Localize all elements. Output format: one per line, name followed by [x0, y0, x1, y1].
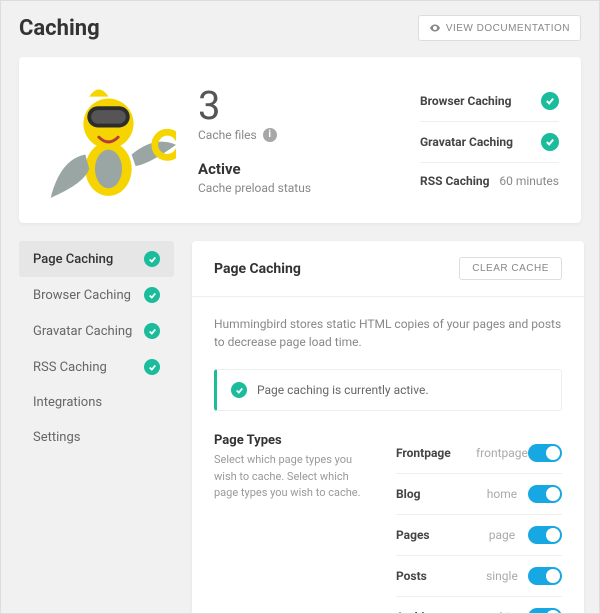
sidebar-item-label: Integrations: [33, 395, 102, 410]
sidebar-item-settings[interactable]: Settings: [19, 420, 174, 455]
type-row-archives: Archivesarchive: [396, 597, 562, 614]
preload-status-sub: Cache preload status: [198, 181, 398, 195]
info-icon[interactable]: i: [263, 128, 277, 142]
sidebar-item-label: Gravatar Caching: [33, 324, 132, 339]
sidebar-item-browser-caching[interactable]: Browser Caching: [19, 277, 174, 313]
eye-icon: [429, 22, 441, 34]
toggle-blog[interactable]: [528, 485, 562, 503]
active-notice: Page caching is currently active.: [214, 369, 562, 411]
panel-title: Page Caching: [214, 261, 301, 277]
type-row-pages: Pagespage: [396, 515, 562, 556]
type-slug: page: [476, 528, 528, 542]
toggle-pages[interactable]: [528, 526, 562, 544]
main-panel: Page Caching CLEAR CACHE Hummingbird sto…: [192, 241, 584, 614]
hummingbird-mascot: [41, 75, 176, 205]
sidebar-item-integrations[interactable]: Integrations: [19, 385, 174, 420]
check-icon: [144, 323, 160, 339]
sidebar-item-gravatar-caching[interactable]: Gravatar Caching: [19, 313, 174, 349]
cache-file-label: Cache files: [198, 128, 257, 142]
toggle-archives[interactable]: [528, 608, 562, 614]
status-label: RSS Caching: [420, 174, 489, 188]
status-row-rss-caching: RSS Caching 60 minutes: [420, 163, 559, 199]
cache-file-count: 3: [198, 86, 398, 126]
type-slug: archive: [476, 610, 528, 614]
type-slug: home: [476, 487, 528, 501]
sidebar-item-label: RSS Caching: [33, 360, 107, 375]
sidebar-item-page-caching[interactable]: Page Caching: [19, 241, 174, 277]
check-icon: [144, 287, 160, 303]
clear-cache-button[interactable]: CLEAR CACHE: [459, 257, 562, 280]
sidebar-item-label: Browser Caching: [33, 288, 131, 303]
type-name: Archives: [396, 610, 476, 614]
check-icon: [144, 359, 160, 375]
sidebar: Page Caching Browser Caching Gravatar Ca…: [19, 241, 174, 614]
type-name: Frontpage: [396, 446, 476, 460]
type-row-posts: Postssingle: [396, 556, 562, 597]
status-row-browser-caching: Browser Caching: [420, 81, 559, 122]
type-name: Posts: [396, 569, 476, 583]
sidebar-item-label: Page Caching: [33, 252, 113, 267]
summary-card: 3 Cache files i Active Cache preload stat…: [19, 57, 581, 223]
toggle-posts[interactable]: [528, 567, 562, 585]
status-row-gravatar-caching: Gravatar Caching: [420, 122, 559, 163]
type-slug: frontpage: [476, 446, 528, 460]
status-label: Gravatar Caching: [420, 135, 513, 149]
type-slug: single: [476, 569, 528, 583]
check-icon: [541, 92, 559, 110]
page-types-desc: Select which page types you wish to cach…: [214, 452, 374, 502]
type-row-frontpage: Frontpagefrontpage: [396, 433, 562, 474]
type-row-blog: Bloghome: [396, 474, 562, 515]
view-documentation-button[interactable]: VIEW DOCUMENTATION: [418, 15, 581, 41]
check-icon: [231, 382, 247, 398]
toggle-frontpage[interactable]: [528, 444, 562, 462]
type-name: Pages: [396, 528, 476, 542]
doc-btn-label: VIEW DOCUMENTATION: [446, 23, 570, 34]
page-title: Caching: [19, 16, 100, 41]
notice-text: Page caching is currently active.: [257, 383, 428, 397]
check-icon: [144, 251, 160, 267]
preload-status-title: Active: [198, 160, 398, 178]
page-types-title: Page Types: [214, 433, 374, 448]
panel-description: Hummingbird stores static HTML copies of…: [214, 315, 562, 351]
check-icon: [541, 133, 559, 151]
status-label: Browser Caching: [420, 94, 511, 108]
type-name: Blog: [396, 487, 476, 501]
sidebar-item-label: Settings: [33, 430, 80, 445]
sidebar-item-rss-caching[interactable]: RSS Caching: [19, 349, 174, 385]
status-value: 60 minutes: [499, 174, 559, 188]
